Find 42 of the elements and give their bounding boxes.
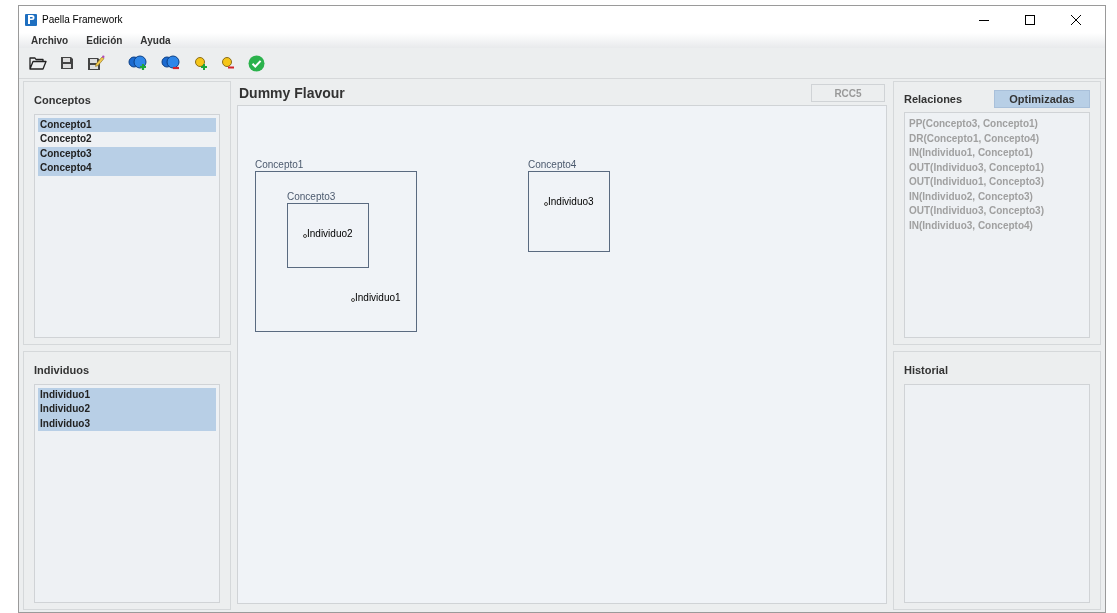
point-label: Individuo2 <box>307 229 353 239</box>
relation-text: OUT(Individuo3, Concepto1) <box>909 160 1045 175</box>
list-item[interactable]: Concepto1 <box>38 117 216 132</box>
point-icon <box>544 202 548 206</box>
list-item[interactable]: Concepto3 <box>38 146 216 161</box>
list-item[interactable]: Individuo2 <box>38 402 216 417</box>
menu-item[interactable]: Archivo <box>23 33 77 48</box>
panel-title: Relaciones <box>904 91 963 107</box>
menu-item[interactable]: Edición <box>78 33 131 48</box>
circles-minus-icon[interactable] <box>161 55 181 71</box>
check-circle-icon[interactable] <box>248 54 265 72</box>
save-icon[interactable] <box>60 56 74 70</box>
point-icon <box>303 234 307 238</box>
relation-text: IN(Individuo1, Concepto1) <box>909 146 1034 160</box>
relation-text: DR(Concepto1, Concepto4) <box>909 131 1040 146</box>
list-item[interactable]: Concepto4 <box>38 161 216 176</box>
relation-text: OUT(Individuo1, Concepto3) <box>909 175 1045 189</box>
relation-text: PP(Concepto3, Concepto1) <box>909 117 1039 131</box>
save-pencil-icon[interactable] <box>87 55 105 71</box>
point-label: Individuo3 <box>548 197 594 207</box>
toggle-button[interactable]: Optimizadas <box>994 90 1090 108</box>
list-item[interactable]: Concepto2 <box>38 132 216 147</box>
folder-icon[interactable] <box>29 55 47 71</box>
dot-plus-icon[interactable] <box>194 56 208 70</box>
circles-plus-icon[interactable] <box>128 55 148 71</box>
relation-text: IN(Individuo3, Concepto4) <box>909 218 1034 233</box>
panel-title: Conceptos <box>34 93 92 108</box>
canvas-title: Dummy Flavour <box>239 83 345 103</box>
point-icon <box>351 298 355 302</box>
relation-text: OUT(Individuo3, Concepto3) <box>909 204 1045 218</box>
point-label: Individuo1 <box>355 293 401 303</box>
panel-title: Historial <box>904 363 949 378</box>
menu-item[interactable]: Ayuda <box>132 33 179 48</box>
region-label: Concepto3 <box>287 192 336 202</box>
relation-text: IN(Individuo2, Concepto3) <box>909 189 1034 204</box>
panel-title: Individuos <box>34 363 90 378</box>
dot-minus-icon[interactable] <box>221 56 235 70</box>
region-label: Concepto1 <box>255 160 304 170</box>
app-logo-icon <box>25 13 37 26</box>
list-item[interactable]: Individuo1 <box>38 387 216 402</box>
region-label: Concepto4 <box>528 160 577 170</box>
window-title: Paella Framework <box>42 13 123 27</box>
